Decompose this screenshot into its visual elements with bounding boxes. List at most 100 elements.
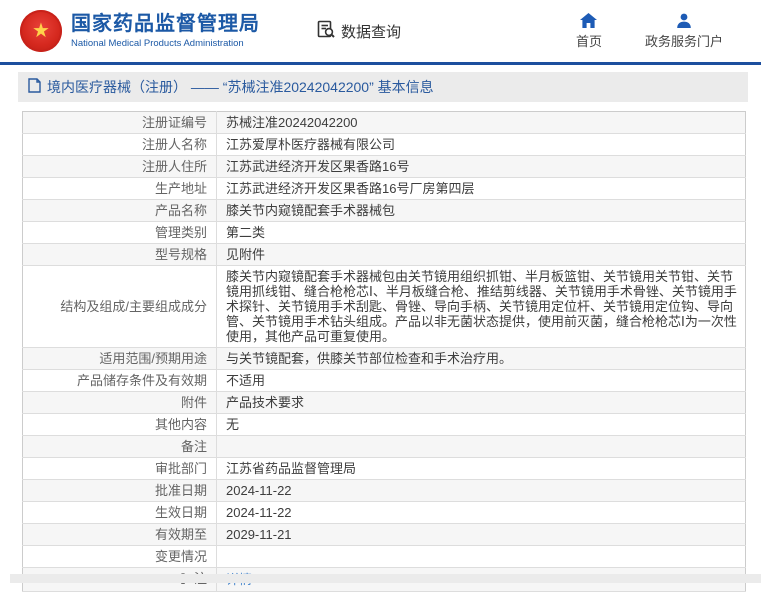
row-value-cell: 膝关节内窥镜配套手术器械包 [217,200,746,222]
table-row: 产品名称 膝关节内窥镜配套手术器械包 [22,199,746,222]
national-emblem-icon: ★ [20,10,62,52]
row-value-cell: 与关节镜配套，供膝关节部位检查和手术治疗用。 [217,348,746,370]
row-label-cell: 注册证编号 [22,111,217,134]
table-row: 生产地址 江苏武进经济开发区果香路16号厂房第四层 [22,177,746,200]
row-label: 适用范围/预期用途 [99,351,207,366]
row-value-cell: 不适用 [217,370,746,392]
row-value-cell: 膝关节内窥镜配套手术器械包由关节镜用组织抓钳、半月板篮钳、关节镜用关节钳、关节镜… [217,266,746,348]
row-label-cell: 附件 [22,391,217,414]
row-value: 第二类 [226,225,266,240]
row-label: 备注 [180,439,207,454]
row-value-cell [217,546,746,568]
table-row: 变更情况 [22,545,746,568]
table-row: 生效日期 2024-11-22 [22,501,746,524]
registration-info-rows: 注册证编号 苏械注准20242042200 注册人名称 江苏爱厚朴医疗器械有限公… [22,111,746,592]
org-name-cn: 国家药品监督管理局 [71,13,260,35]
row-label: 批准日期 [154,483,207,498]
row-value-cell: 无 [217,414,746,436]
nav-home[interactable]: 首页 [569,12,609,50]
table-row: 适用范围/预期用途 与关节镜配套，供膝关节部位检查和手术治疗用。 [22,347,746,370]
row-label-cell: 生产地址 [22,177,217,200]
table-row: 产品储存条件及有效期 不适用 [22,369,746,392]
row-value-cell [217,436,746,458]
row-value: 膝关节内窥镜配套手术器械包 [226,203,396,218]
document-search-icon [316,19,336,43]
row-label-cell: 审批部门 [22,457,217,480]
breadcrumb: 境内医疗器械（注册） —— “苏械注准20242042200” 基本信息 [18,72,748,102]
row-value: 与关节镜配套，供膝关节部位检查和手术治疗用。 [226,351,513,366]
nav-home-label: 首页 [575,33,602,49]
row-value-cell: 江苏武进经济开发区果香路16号 [217,156,746,178]
row-value: 产品技术要求 [226,395,305,410]
row-value-cell: 第二类 [217,222,746,244]
org-name-en: National Medical Products Administration [71,38,244,49]
table-row: 管理类别 第二类 [22,221,746,244]
row-value-cell: 产品技术要求 [217,392,746,414]
row-value: 膝关节内窥镜配套手术器械包由关节镜用组织抓钳、半月板篮钳、关节镜用关节钳、关节镜… [226,269,737,344]
row-label-cell: 生效日期 [22,501,217,524]
row-label-cell: 其他内容 [22,413,217,436]
table-row: 型号规格 见附件 [22,243,746,266]
row-label-cell: 变更情况 [22,545,217,568]
row-label: 生产地址 [154,181,207,196]
row-value-cell: 江苏省药品监督管理局 [217,458,746,480]
row-value: 无 [226,417,240,432]
row-value-cell: 江苏爱厚朴医疗器械有限公司 [217,134,746,156]
person-icon [676,13,692,28]
nav-data-query[interactable]: 数据查询 [316,19,401,43]
row-value-cell: 江苏武进经济开发区果香路16号厂房第四层 [217,178,746,200]
row-value-cell: 2029-11-21 [217,524,746,546]
nav-portal-label: 政务服务门户 [644,33,723,49]
row-label: 结构及组成/主要组成成分 [60,299,207,314]
nav-portal[interactable]: 政务服务门户 [645,13,723,50]
footer-strip [10,574,761,583]
row-label-cell: 产品名称 [22,199,217,222]
nmpa-logo[interactable]: ★ 国家药品监督管理局 National Medical Products Ad… [20,10,260,52]
row-label: 型号规格 [154,247,207,262]
row-value: 江苏省药品监督管理局 [226,461,357,476]
row-label-cell: 有效期至 [22,523,217,546]
breadcrumb-title: 境内医疗器械（注册） —— “苏械注准20242042200” 基本信息 [47,79,434,95]
row-label: 附件 [180,395,207,410]
table-row: 审批部门 江苏省药品监督管理局 [22,457,746,480]
table-row: 附件 产品技术要求 [22,391,746,414]
row-label-cell: 批准日期 [22,479,217,502]
home-icon [580,12,598,28]
row-value: 2024-11-22 [226,483,292,498]
row-label-cell: 备注 [22,435,217,458]
row-value: 江苏爱厚朴医疗器械有限公司 [226,137,396,152]
row-label: 产品储存条件及有效期 [76,373,207,388]
row-label-cell: 型号规格 [22,243,217,266]
row-label: 注册人住所 [141,159,207,174]
table-row: 备注 [22,435,746,458]
row-label-cell: 适用范围/预期用途 [22,347,217,370]
table-row: 批准日期 2024-11-22 [22,479,746,502]
row-label: 注册证编号 [141,115,207,130]
nav-data-query-label: 数据查询 [341,23,402,41]
row-label: 生效日期 [154,505,207,520]
table-row: 其他内容 无 [22,413,746,436]
table-row: 有效期至 2029-11-21 [22,523,746,546]
row-value-cell: 2024-11-22 [217,502,746,524]
table-row: 注册人住所 江苏武进经济开发区果香路16号 [22,155,746,178]
row-label: 产品名称 [154,203,207,218]
top-right-nav: 首页 政务服务门户 [569,12,723,50]
row-value: 江苏武进经济开发区果香路16号 [226,159,410,174]
row-value: 见附件 [226,247,266,262]
table-row: 结构及组成/主要组成成分 膝关节内窥镜配套手术器械包由关节镜用组织抓钳、半月板篮… [22,265,746,348]
row-label-cell: 结构及组成/主要组成成分 [22,265,217,348]
row-label: 其他内容 [154,417,207,432]
row-label: 审批部门 [154,461,207,476]
registration-info-table: 注册证编号 苏械注准20242042200 注册人名称 江苏爱厚朴医疗器械有限公… [22,111,746,592]
row-value: 江苏武进经济开发区果香路16号厂房第四层 [226,181,475,196]
row-label-cell: 管理类别 [22,221,217,244]
row-label: 注册人名称 [141,137,207,152]
row-label: 管理类别 [154,225,207,240]
page-header: ★ 国家药品监督管理局 National Medical Products Ad… [0,0,761,65]
document-icon [28,78,41,96]
row-value: 2024-11-22 [226,505,292,520]
row-value: 苏械注准20242042200 [226,115,358,130]
row-label-cell: 注册人名称 [22,133,217,156]
row-label-cell: 产品储存条件及有效期 [22,369,217,392]
row-label: 有效期至 [154,527,207,542]
